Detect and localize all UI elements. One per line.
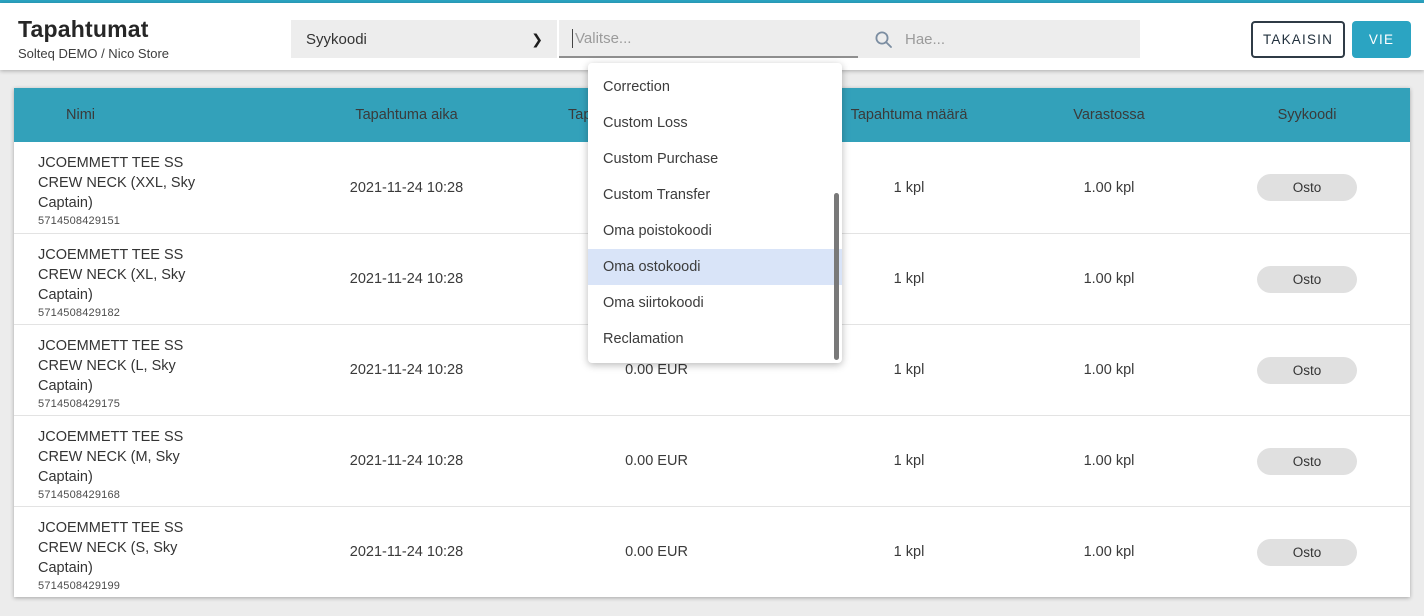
reason-code-value-input[interactable]: Valitse... (559, 20, 858, 58)
title-block: Tapahtumat Solteq DEMO / Nico Store (18, 16, 169, 61)
header-actions: TAKAISIN VIE (1251, 21, 1411, 58)
text-caret (572, 29, 573, 48)
page-subtitle: Solteq DEMO / Nico Store (18, 46, 169, 61)
dropdown-item[interactable]: Custom Loss (588, 105, 842, 141)
product-name-cell: JCOEMMETT TEE SS CREW NECK (XXL, Sky Cap… (14, 142, 304, 233)
chevron-right-icon: ❯ (531, 31, 543, 48)
in-stock-quantity: 1.00 kpl (1014, 325, 1204, 415)
table-row[interactable]: JCOEMMETT TEE SS CREW NECK (S, Sky Capta… (14, 506, 1410, 597)
reason-code-dropdown: Correction Custom Loss Custom Purchase C… (588, 63, 842, 363)
export-button[interactable]: VIE (1352, 21, 1411, 58)
product-sku: 5714508429168 (38, 489, 120, 501)
dropdown-item[interactable]: Oma ostokoodi (588, 249, 842, 285)
reason-code-badge: Osto (1257, 357, 1357, 384)
product-name-line: Captain) (38, 376, 93, 396)
product-name-cell: JCOEMMETT TEE SS CREW NECK (S, Sky Capta… (14, 507, 304, 597)
product-name-line: CREW NECK (XL, Sky (38, 265, 185, 285)
in-stock-quantity: 1.00 kpl (1014, 234, 1204, 324)
reason-code-badge: Osto (1257, 174, 1357, 201)
in-stock-quantity: 1.00 kpl (1014, 142, 1204, 233)
table-row[interactable]: JCOEMMETT TEE SS CREW NECK (M, Sky Capta… (14, 415, 1410, 506)
product-name-line: Captain) (38, 193, 93, 213)
reason-code-badge: Osto (1257, 539, 1357, 566)
back-button[interactable]: TAKAISIN (1251, 21, 1345, 58)
product-name-line: JCOEMMETT TEE SS (38, 518, 183, 538)
product-sku: 5714508429182 (38, 307, 120, 319)
dropdown-scrollbar-thumb[interactable] (834, 193, 839, 360)
dropdown-item[interactable]: Correction (588, 69, 842, 105)
product-name-line: JCOEMMETT TEE SS (38, 245, 183, 265)
app-header: Tapahtumat Solteq DEMO / Nico Store Syyk… (0, 3, 1424, 70)
product-name-cell: JCOEMMETT TEE SS CREW NECK (M, Sky Capta… (14, 416, 304, 506)
dropdown-item[interactable]: Custom Transfer (588, 177, 842, 213)
column-header-varastossa[interactable]: Varastossa (1014, 88, 1204, 142)
selector-label: Syykoodi (306, 31, 367, 48)
transaction-price: 0.00 EUR (509, 416, 804, 506)
transaction-time: 2021-11-24 10:28 (304, 416, 509, 506)
transaction-time: 2021-11-24 10:28 (304, 234, 509, 324)
transaction-time: 2021-11-24 10:28 (304, 507, 509, 597)
product-name-line: CREW NECK (M, Sky (38, 447, 180, 467)
dropdown-item[interactable]: Oma siirtokoodi (588, 285, 842, 321)
product-sku: 5714508429199 (38, 580, 120, 592)
product-name-line: JCOEMMETT TEE SS (38, 427, 183, 447)
reason-code-badge: Osto (1257, 266, 1357, 293)
transaction-quantity: 1 kpl (804, 416, 1014, 506)
dropdown-item[interactable]: Custom Purchase (588, 141, 842, 177)
product-name-line: Captain) (38, 467, 93, 487)
product-sku: 5714508429151 (38, 215, 120, 227)
reason-code-selector[interactable]: Syykoodi ❯ (291, 20, 557, 58)
product-name-line: JCOEMMETT TEE SS (38, 336, 183, 356)
reason-code-badge: Osto (1257, 448, 1357, 475)
column-header-nimi[interactable]: Nimi (14, 88, 304, 142)
transaction-time: 2021-11-24 10:28 (304, 142, 509, 233)
in-stock-quantity: 1.00 kpl (1014, 416, 1204, 506)
in-stock-quantity: 1.00 kpl (1014, 507, 1204, 597)
search-placeholder: Hae... (905, 31, 945, 48)
search-icon (874, 30, 893, 49)
product-name-cell: JCOEMMETT TEE SS CREW NECK (XL, Sky Capt… (14, 234, 304, 324)
product-name-line: CREW NECK (L, Sky (38, 356, 176, 376)
search-box[interactable]: Hae... (858, 20, 1140, 58)
value-placeholder: Valitse... (575, 30, 631, 47)
product-name-line: CREW NECK (XXL, Sky (38, 173, 195, 193)
product-name-line: CREW NECK (S, Sky (38, 538, 177, 558)
transaction-price: 0.00 EUR (509, 507, 804, 597)
column-header-tapahtuma-aika[interactable]: Tapahtuma aika (304, 88, 509, 142)
transaction-time: 2021-11-24 10:28 (304, 325, 509, 415)
product-name-line: Captain) (38, 285, 93, 305)
dropdown-item[interactable]: Oma poistokoodi (588, 213, 842, 249)
dropdown-item[interactable]: Reclamation (588, 321, 842, 357)
product-name-line: Captain) (38, 558, 93, 578)
product-name-cell: JCOEMMETT TEE SS CREW NECK (L, Sky Capta… (14, 325, 304, 415)
product-name-line: JCOEMMETT TEE SS (38, 153, 183, 173)
transaction-quantity: 1 kpl (804, 507, 1014, 597)
product-sku: 5714508429175 (38, 398, 120, 410)
column-header-syykoodi[interactable]: Syykoodi (1204, 88, 1410, 142)
page-title: Tapahtumat (18, 16, 169, 43)
filter-bar: Syykoodi ❯ Valitse... Hae... (291, 20, 1140, 58)
